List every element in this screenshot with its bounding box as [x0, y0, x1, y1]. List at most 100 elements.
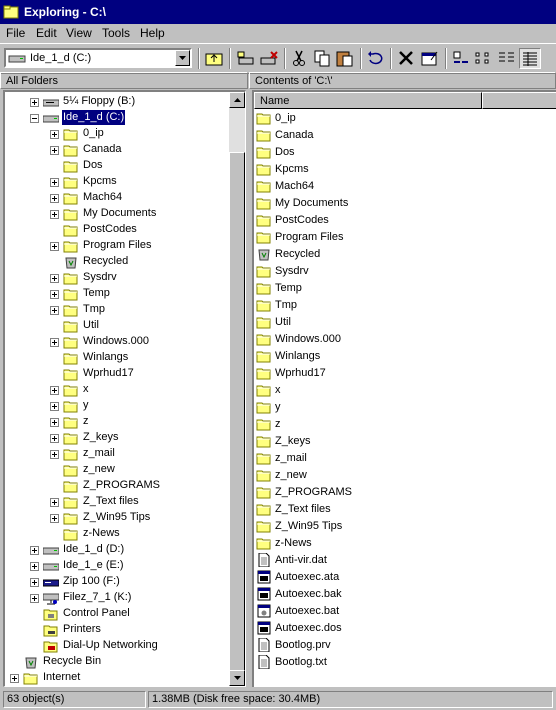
- tree-item[interactable]: Dial-Up Networking: [5, 638, 225, 654]
- disconnect-drive-button[interactable]: [258, 48, 280, 69]
- expand-icon[interactable]: [50, 498, 59, 507]
- tree-item[interactable]: Sysdrv: [5, 270, 225, 286]
- folder-icon: [256, 538, 271, 550]
- tree-scrollbar[interactable]: [229, 92, 245, 686]
- expand-icon[interactable]: [50, 402, 59, 411]
- tree-item-label: Winlangs: [83, 351, 129, 363]
- address-dropdown-button[interactable]: [175, 50, 190, 66]
- tree-item[interactable]: Dos: [5, 158, 225, 174]
- expand-icon[interactable]: [50, 290, 59, 299]
- expand-icon[interactable]: [30, 562, 39, 571]
- expand-icon[interactable]: [30, 594, 39, 603]
- tree-item-label: Internet: [43, 671, 81, 683]
- cut-button[interactable]: [288, 48, 310, 69]
- title-bar[interactable]: Exploring - C:\: [0, 0, 556, 24]
- tree-item[interactable]: Mach64: [5, 190, 225, 206]
- tree-item[interactable]: y: [5, 398, 225, 414]
- tree-item[interactable]: Util: [5, 318, 225, 334]
- tree-item[interactable]: x: [5, 382, 225, 398]
- tree-item[interactable]: Temp: [5, 286, 225, 302]
- large-icons-button[interactable]: [450, 48, 472, 69]
- expand-icon[interactable]: [50, 434, 59, 443]
- tree-item[interactable]: z_mail: [5, 446, 225, 462]
- paste-button[interactable]: [334, 48, 356, 69]
- collapse-icon[interactable]: [30, 114, 39, 123]
- tree-item[interactable]: Windows.000: [5, 334, 225, 350]
- tree-item[interactable]: z-News: [5, 526, 225, 542]
- tree-item[interactable]: z: [5, 414, 225, 430]
- expand-icon[interactable]: [50, 450, 59, 459]
- expand-icon[interactable]: [50, 386, 59, 395]
- expand-icon[interactable]: [50, 210, 59, 219]
- tree-item[interactable]: Recycled: [5, 254, 225, 270]
- column-header-name[interactable]: Name: [254, 92, 482, 109]
- expand-icon[interactable]: [30, 546, 39, 555]
- file-name: My Documents: [275, 197, 349, 209]
- scroll-up-button[interactable]: [229, 92, 245, 108]
- expand-icon[interactable]: [50, 178, 59, 187]
- menu-file[interactable]: File: [6, 25, 25, 41]
- expand-icon[interactable]: [50, 418, 59, 427]
- column-header-empty[interactable]: [482, 92, 556, 109]
- expand-icon[interactable]: [30, 578, 39, 587]
- expand-icon[interactable]: [50, 146, 59, 155]
- tree-item[interactable]: Ide_1_e (E:): [5, 558, 225, 574]
- expand-icon[interactable]: [50, 338, 59, 347]
- tree-item[interactable]: Z_Text files: [5, 494, 225, 510]
- expand-icon[interactable]: [50, 514, 59, 523]
- scissors-icon: [293, 50, 305, 66]
- tree-item[interactable]: Control Panel: [5, 606, 225, 622]
- delete-button[interactable]: [395, 48, 417, 69]
- tree-item[interactable]: Program Files: [5, 238, 225, 254]
- menu-view[interactable]: View: [66, 25, 92, 41]
- tree-item[interactable]: Recycle Bin: [5, 654, 225, 670]
- expand-icon[interactable]: [30, 98, 39, 107]
- tree-item-label: Dial-Up Networking: [63, 639, 158, 651]
- copy-button[interactable]: [311, 48, 333, 69]
- tree-item[interactable]: Tmp: [5, 302, 225, 318]
- expand-icon[interactable]: [50, 306, 59, 315]
- expand-icon[interactable]: [50, 130, 59, 139]
- details-view-button[interactable]: [519, 48, 541, 69]
- expand-icon[interactable]: [10, 674, 19, 683]
- address-combo[interactable]: Ide_1_d (C:): [4, 48, 192, 68]
- properties-button[interactable]: [419, 48, 441, 69]
- map-drive-button[interactable]: [234, 48, 256, 69]
- list-view-button[interactable]: [496, 48, 518, 69]
- folder-tree[interactable]: 5¼ Floppy (B:) Ide_1_d (C:) 0_ip Canada Dos K…: [3, 90, 246, 687]
- tree-item[interactable]: z_new: [5, 462, 225, 478]
- tree-item[interactable]: Z_PROGRAMS: [5, 478, 225, 494]
- tree-item[interactable]: Internet: [5, 670, 225, 686]
- expand-icon[interactable]: [50, 274, 59, 283]
- menu-edit[interactable]: Edit: [36, 25, 57, 41]
- tree-item[interactable]: Filez_7_1 (K:): [5, 590, 225, 606]
- small-icons-button[interactable]: [473, 48, 495, 69]
- tree-item[interactable]: Wprhud17: [5, 366, 225, 382]
- expand-icon[interactable]: [50, 242, 59, 251]
- tree-item[interactable]: Z_keys: [5, 430, 225, 446]
- scroll-down-button[interactable]: [229, 670, 245, 686]
- folder-icon: [23, 673, 38, 685]
- tree-item[interactable]: PostCodes: [5, 222, 225, 238]
- scroll-thumb[interactable]: [229, 152, 245, 672]
- tree-item[interactable]: 0_ip: [5, 126, 225, 142]
- tree-item[interactable]: Z_Win95 Tips: [5, 510, 225, 526]
- file-list[interactable]: Name 0_ip Canada Dos Kpcms Mach64 My Document…: [252, 90, 556, 687]
- tree-item-label: Wprhud17: [83, 367, 134, 379]
- expand-icon[interactable]: [50, 194, 59, 203]
- tree-item[interactable]: Ide_1_d (D:): [5, 542, 225, 558]
- up-one-level-button[interactable]: [203, 48, 225, 69]
- tree-item[interactable]: My Documents: [5, 206, 225, 222]
- menu-help[interactable]: Help: [140, 25, 165, 41]
- tree-item[interactable]: Winlangs: [5, 350, 225, 366]
- tree-item[interactable]: Zip 100 (F:): [5, 574, 225, 590]
- tree-item[interactable]: 5¼ Floppy (B:): [5, 94, 225, 110]
- contents-header: Contents of 'C:\': [249, 72, 556, 89]
- undo-button[interactable]: [364, 48, 386, 69]
- tree-item[interactable]: Kpcms: [5, 174, 225, 190]
- menu-bar: File Edit View Tools Help: [0, 24, 556, 42]
- tree-item[interactable]: Printers: [5, 622, 225, 638]
- tree-item[interactable]: Ide_1_d (C:): [5, 109, 225, 126]
- menu-tools[interactable]: Tools: [102, 25, 130, 41]
- tree-item[interactable]: Canada: [5, 142, 225, 158]
